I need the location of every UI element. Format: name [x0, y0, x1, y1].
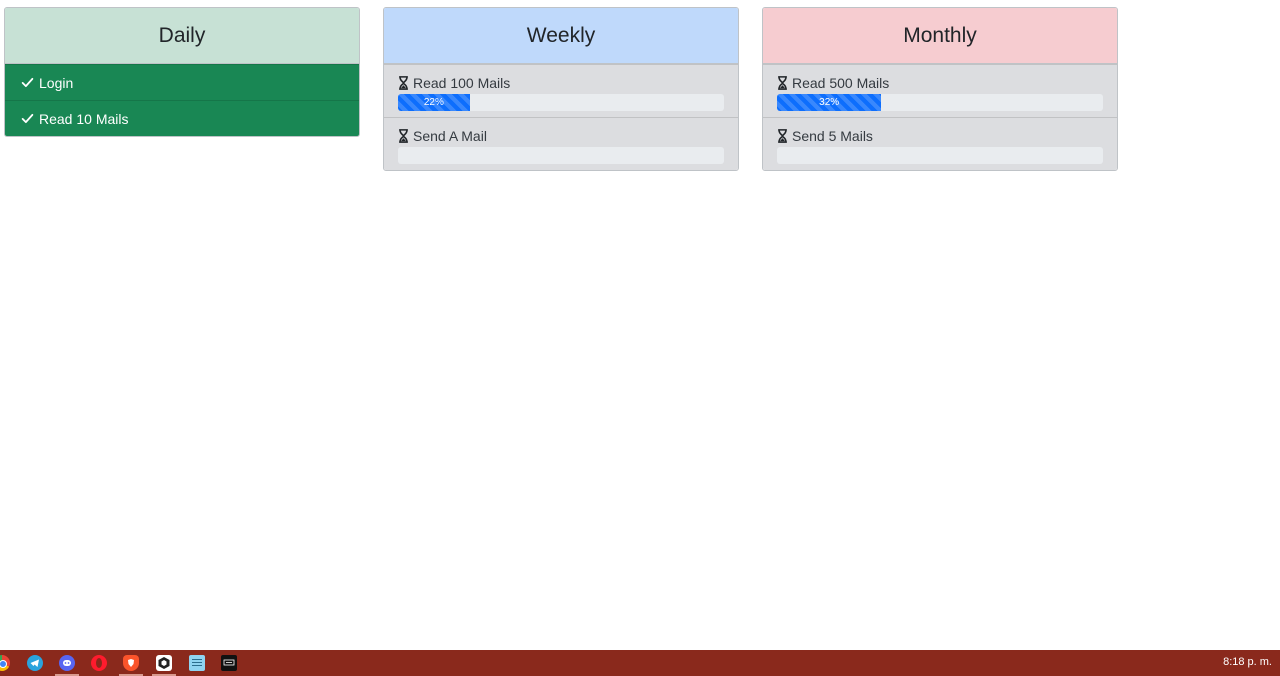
epic-games-icon[interactable]	[221, 655, 237, 671]
progress-track	[777, 147, 1103, 164]
progress-track	[398, 147, 724, 164]
progress-track: 32%	[777, 94, 1103, 111]
quest-board: Daily Login Read 10 Mails Weekly Read 10…	[0, 0, 1280, 650]
task-label: Read 10 Mails	[39, 110, 129, 127]
task-label: Send 5 Mails	[792, 128, 873, 144]
hourglass-icon	[399, 76, 408, 90]
task-send-5-mails[interactable]: Send 5 Mails	[763, 117, 1117, 170]
unity-hub-icon[interactable]	[156, 655, 172, 671]
telegram-icon[interactable]	[27, 655, 43, 671]
daily-header: Daily	[5, 8, 359, 64]
task-label: Login	[39, 74, 74, 91]
task-read-500-mails[interactable]: Read 500 Mails 32%	[763, 64, 1117, 117]
chrome-icon[interactable]	[0, 655, 10, 671]
hourglass-icon	[399, 129, 408, 143]
hourglass-icon	[778, 129, 787, 143]
notepad-icon[interactable]	[189, 655, 205, 671]
monthly-card: Monthly Read 500 Mails 32% Send 5 Mails	[762, 7, 1118, 171]
brave-icon[interactable]	[123, 655, 139, 671]
task-label: Send A Mail	[413, 128, 487, 144]
task-read-100-mails[interactable]: Read 100 Mails 22%	[384, 64, 738, 117]
opera-icon[interactable]	[91, 655, 107, 671]
progress-track: 22%	[398, 94, 724, 111]
task-read-10-mails[interactable]: Read 10 Mails	[5, 100, 359, 136]
weekly-card: Weekly Read 100 Mails 22% Send A Mail	[383, 7, 739, 171]
check-icon	[21, 113, 34, 124]
task-label: Read 100 Mails	[413, 75, 511, 91]
task-login[interactable]: Login	[5, 64, 359, 100]
windows-taskbar: 8:18 p. m.	[0, 650, 1280, 676]
discord-icon[interactable]	[59, 655, 75, 671]
progress-bar: 32%	[777, 94, 882, 111]
weekly-header: Weekly	[384, 8, 738, 64]
task-send-a-mail[interactable]: Send A Mail	[384, 117, 738, 170]
monthly-header: Monthly	[763, 8, 1117, 64]
daily-card: Daily Login Read 10 Mails	[4, 7, 360, 137]
hourglass-icon	[778, 76, 787, 90]
task-label: Read 500 Mails	[792, 75, 890, 91]
progress-bar: 22%	[398, 94, 470, 111]
check-icon	[21, 77, 34, 88]
taskbar-clock[interactable]: 8:18 p. m.	[1223, 656, 1272, 668]
